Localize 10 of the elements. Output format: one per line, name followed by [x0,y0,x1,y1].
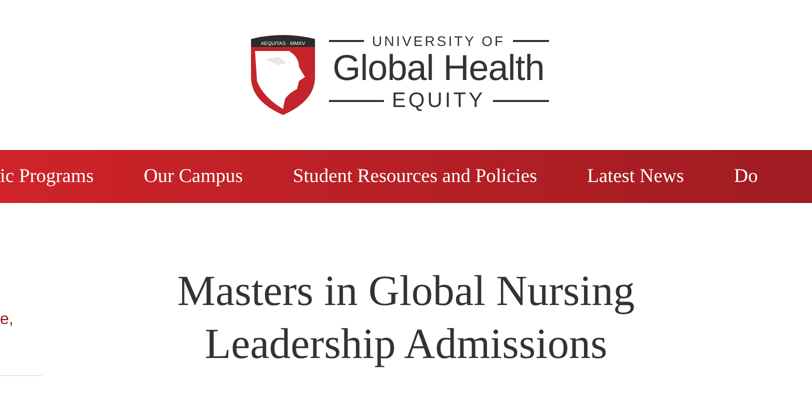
nav-link[interactable]: Student Resources and Policies [292,166,538,188]
page-title: Masters in Global Nursing Leadership Admissions [176,267,636,370]
logo-top-line: UNIVERSITY OF [372,33,506,49]
logo-wordmark: Global Health [332,49,544,87]
logo-bottom-line: EQUITY [392,88,486,114]
nav-link[interactable]: Do [734,166,758,188]
nav-link[interactable]: ic Programs [0,166,94,188]
nav-link[interactable]: Latest News [587,166,684,188]
nav-link[interactable]: Our Campus [144,166,243,188]
sidebar-text: e, [0,311,14,329]
